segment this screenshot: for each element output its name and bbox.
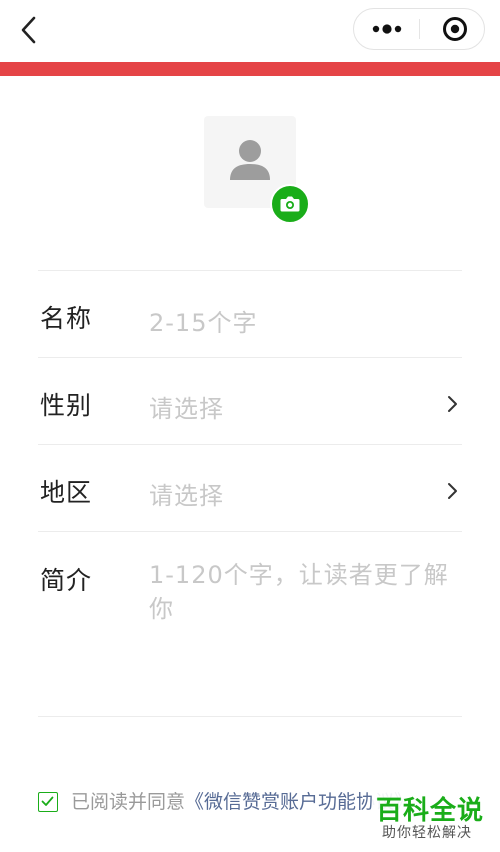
chevron-right-icon [448,396,457,412]
chevron-left-icon [21,16,36,44]
more-button[interactable] [354,9,420,49]
chevron-right-icon [448,483,457,499]
more-dots-icon [372,24,402,34]
region-label: 地区 [40,478,93,507]
divider [38,716,462,717]
region-row[interactable]: 地区 请选择 [0,445,500,531]
target-circle-icon [443,17,467,41]
camera-badge[interactable] [270,184,310,224]
region-select[interactable]: 请选择 [149,476,224,511]
accent-bar [0,62,500,76]
top-nav-bar [0,0,500,62]
watermark-subtitle: 助你轻松解决 [382,825,472,841]
name-label: 名称 [40,304,93,333]
divider [38,531,462,532]
camera-icon [280,196,300,212]
name-input[interactable]: 2-15个字 [149,303,257,338]
agreement-prefix: 已阅读并同意 [71,791,186,813]
agreement-checkbox[interactable] [38,792,58,812]
back-button[interactable] [14,12,48,48]
checkmark-icon [41,796,54,806]
close-mini-program-button[interactable] [420,9,484,49]
gender-label: 性别 [40,391,93,420]
mini-program-capsule [353,8,485,50]
intro-textarea[interactable]: 1-120个字，让读者更了解你 [149,558,449,626]
watermark: 百科全说 助你轻松解决 [372,788,498,848]
gender-row[interactable]: 性别 请选择 [0,358,500,444]
name-row[interactable]: 名称 2-15个字 [0,271,500,357]
intro-label: 简介 [40,566,93,595]
gender-select[interactable]: 请选择 [149,389,224,424]
